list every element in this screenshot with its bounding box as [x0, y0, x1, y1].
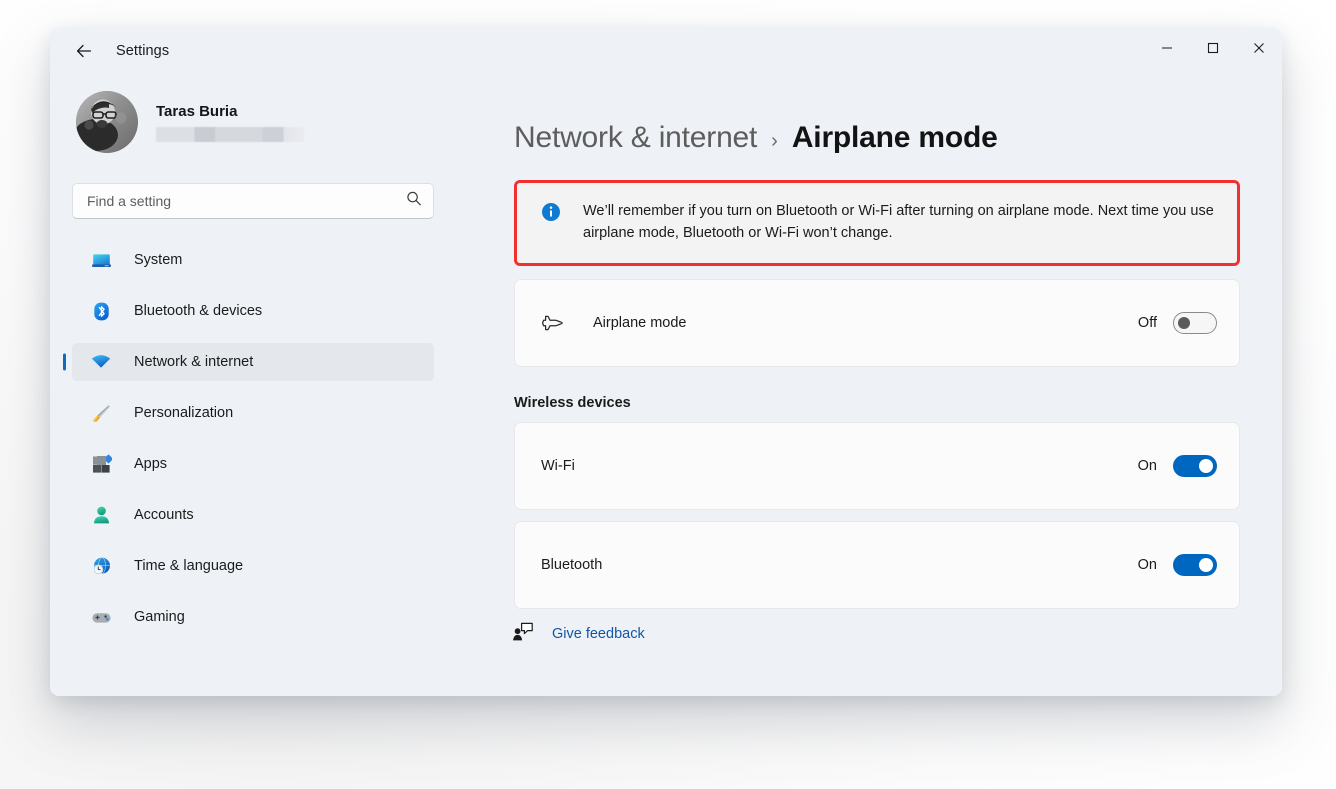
wifi-icon [90, 351, 112, 373]
sidebar-item-label: System [134, 252, 182, 268]
sidebar-item-label: Personalization [134, 405, 233, 421]
give-feedback-label: Give feedback [552, 626, 645, 642]
sidebar-item-label: Apps [134, 456, 167, 472]
airplane-mode-label: Airplane mode [593, 315, 687, 331]
title-bar: Settings [50, 28, 1282, 74]
arrow-left-icon [75, 42, 93, 60]
profile-email-redacted [156, 127, 304, 142]
airplane-mode-toggle[interactable] [1173, 312, 1217, 334]
settings-window: Settings [50, 28, 1282, 696]
breadcrumb: Network & internet › Airplane mode [514, 121, 1240, 155]
paintbrush-icon [90, 402, 112, 424]
sidebar-item-label: Network & internet [134, 354, 253, 370]
breadcrumb-separator-icon: › [771, 130, 778, 153]
toggle-knob [1199, 558, 1213, 572]
maximize-icon [1207, 42, 1219, 54]
minimize-button[interactable] [1144, 28, 1190, 68]
apps-icon [90, 453, 112, 475]
close-button[interactable] [1236, 28, 1282, 68]
search-box[interactable] [72, 183, 434, 219]
bluetooth-toggle[interactable] [1173, 554, 1217, 576]
sidebar: Taras Buria [50, 74, 456, 696]
sidebar-item-personalization[interactable]: Personalization [72, 394, 434, 432]
sidebar-item-label: Time & language [134, 558, 243, 574]
bluetooth-label: Bluetooth [541, 557, 602, 573]
info-banner-text: We’ll remember if you turn on Bluetooth … [583, 200, 1217, 245]
wifi-label: Wi-Fi [541, 458, 575, 474]
bluetooth-state: On [1138, 557, 1157, 573]
window-controls [1144, 28, 1282, 68]
gamepad-icon [90, 606, 112, 628]
wifi-toggle[interactable] [1173, 455, 1217, 477]
content-area: Network & internet › Airplane mode We’ll… [456, 74, 1282, 696]
close-icon [1253, 42, 1265, 54]
bluetooth-row[interactable]: Bluetooth On [514, 521, 1240, 609]
sidebar-item-label: Accounts [134, 507, 194, 523]
page-title: Airplane mode [792, 121, 998, 155]
sidebar-item-apps[interactable]: Apps [72, 445, 434, 483]
toggle-knob [1199, 459, 1213, 473]
info-icon [541, 202, 561, 227]
app-title: Settings [116, 43, 169, 59]
person-icon [90, 504, 112, 526]
clock-globe-icon [90, 555, 112, 577]
bluetooth-icon [90, 300, 112, 322]
info-banner: We’ll remember if you turn on Bluetooth … [517, 183, 1237, 263]
toggle-knob [1178, 317, 1190, 329]
laptop-icon [90, 249, 112, 271]
give-feedback-link[interactable]: Give feedback [512, 622, 645, 647]
airplane-mode-card[interactable]: Airplane mode Off [514, 279, 1240, 367]
breadcrumb-parent-link[interactable]: Network & internet [514, 121, 757, 155]
wifi-row[interactable]: Wi-Fi On [514, 422, 1240, 510]
wifi-state: On [1138, 458, 1157, 474]
sidebar-item-accounts[interactable]: Accounts [72, 496, 434, 534]
feedback-icon [512, 622, 534, 647]
sidebar-item-gaming[interactable]: Gaming [72, 598, 434, 636]
info-banner-highlight: We’ll remember if you turn on Bluetooth … [514, 180, 1240, 266]
search-input[interactable] [72, 183, 434, 219]
sidebar-nav: System Bluetooth & devices [72, 241, 434, 636]
avatar [76, 91, 138, 153]
sidebar-item-network-internet[interactable]: Network & internet [72, 343, 434, 381]
back-button[interactable] [66, 35, 102, 67]
sidebar-item-label: Gaming [134, 609, 185, 625]
airplane-icon [541, 311, 565, 335]
avatar-photo [76, 91, 138, 153]
maximize-button[interactable] [1190, 28, 1236, 68]
airplane-mode-state: Off [1138, 315, 1157, 331]
sidebar-item-label: Bluetooth & devices [134, 303, 262, 319]
user-profile[interactable]: Taras Buria [76, 91, 434, 153]
profile-name: Taras Buria [156, 103, 304, 120]
sidebar-item-system[interactable]: System [72, 241, 434, 279]
wireless-devices-heading: Wireless devices [514, 395, 1240, 411]
sidebar-item-bluetooth-devices[interactable]: Bluetooth & devices [72, 292, 434, 330]
minimize-icon [1161, 42, 1173, 54]
sidebar-item-time-language[interactable]: Time & language [72, 547, 434, 585]
